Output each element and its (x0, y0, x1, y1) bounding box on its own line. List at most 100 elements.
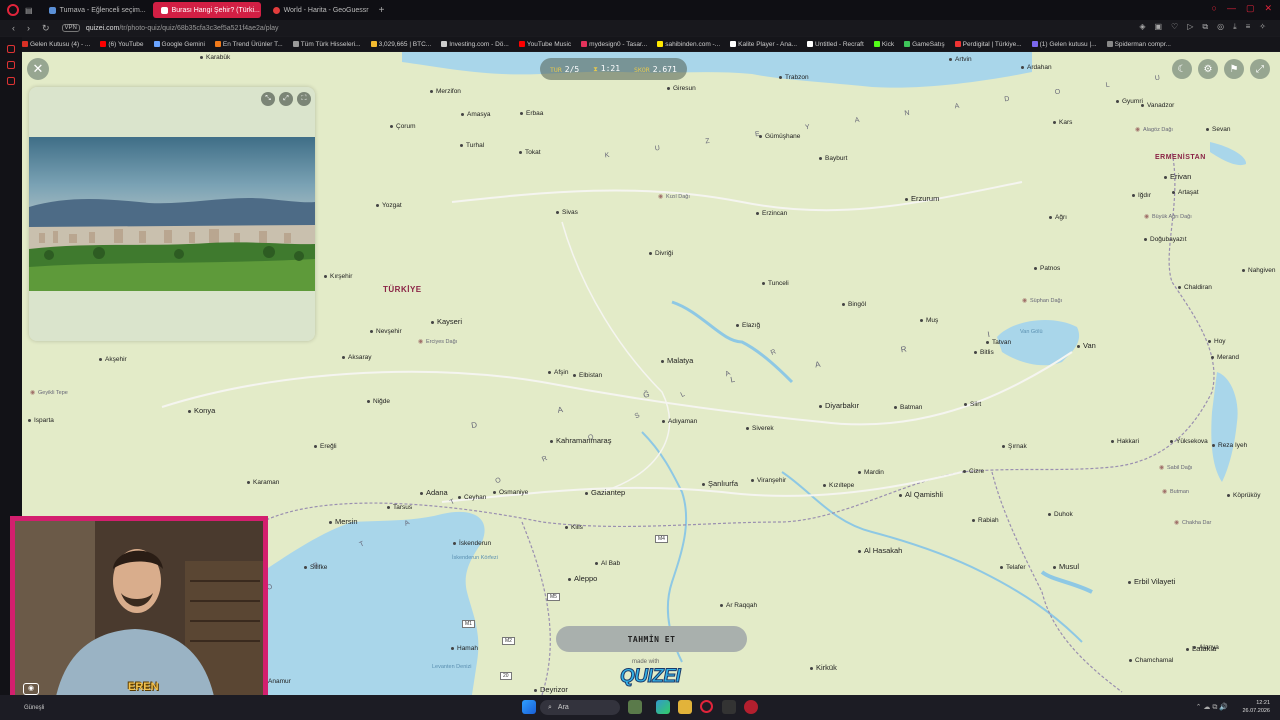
bookmark-item[interactable]: Kick (873, 40, 895, 48)
map-label-armenia: ERMENİSTAN (1155, 154, 1206, 161)
sidebar-item-home-icon[interactable] (7, 45, 15, 53)
search-tabs-icon[interactable]: ○ (1212, 3, 1217, 14)
map-city-label: Ardahan (1021, 64, 1052, 71)
enlarge-photo-button[interactable]: ⤢ (279, 92, 293, 106)
minimize-icon[interactable]: — (1227, 3, 1236, 14)
bookmark-item[interactable]: Gelen Kutusu (4) - ... (22, 41, 90, 48)
windows-start-icon[interactable] (522, 700, 536, 714)
forward-icon[interactable]: › (27, 23, 30, 33)
tab-quizei[interactable]: Burası Hangi Şehir? (Türki... (152, 2, 261, 18)
bookmark-label: Kick (881, 40, 895, 48)
shrink-photo-button[interactable]: ⤡ (261, 92, 275, 106)
quizei-logo[interactable]: QUIZEI (619, 666, 681, 688)
system-tray[interactable]: ⌃ ☁ ⧉ 🔊 (1196, 703, 1228, 712)
bookmark-item[interactable]: mydesign0 - Tasar... (581, 41, 647, 48)
photo-panel: ⤡ ⤢ ⛶ (29, 87, 315, 341)
obs-icon[interactable] (744, 700, 758, 714)
bookmark-item[interactable]: (6) YouTube (100, 40, 144, 48)
map-city-label: Kilis (565, 524, 583, 531)
taskbar-clock[interactable]: 12:21 26.07.2026 (1242, 699, 1270, 715)
tab-menu-icon[interactable]: ▤ (25, 6, 33, 15)
bookmark-favicon-icon (518, 40, 525, 47)
bookmark-item[interactable]: Tüm Türk Hisseleri... (292, 41, 361, 48)
extensions-icon[interactable]: ⧉ (1202, 22, 1208, 32)
moon-icon: ☾ (1177, 63, 1187, 75)
bookmark-item[interactable]: 3,029,665 | BTC... (370, 41, 431, 48)
bookmark-icon[interactable]: ♡ (1171, 22, 1178, 32)
messenger-icon[interactable]: ◎ (1217, 22, 1224, 32)
bookmark-item[interactable]: Kalite Player - Ana... (730, 41, 797, 48)
opera-logo-icon[interactable] (7, 4, 19, 16)
sidebar-item-player-icon[interactable] (7, 77, 15, 85)
map-city-label: Köprüköy (1227, 492, 1260, 499)
made-with-label: made with (632, 659, 660, 665)
tab-turnava[interactable]: Turnava - Eğlenceli seçim... (41, 2, 149, 18)
timer: ⧗ 1:21 (593, 64, 620, 74)
map-city-label: Gyumri (1116, 98, 1143, 105)
close-window-icon[interactable]: ✕ (1264, 3, 1272, 14)
camera-icon[interactable]: ◈ (1139, 22, 1145, 32)
quizei-favicon-icon (160, 6, 168, 14)
close-quiz-button[interactable]: ✕ (27, 58, 49, 80)
bookmark-item[interactable]: Untitled - Recraft (807, 41, 864, 48)
report-button[interactable]: ⚑ (1224, 59, 1244, 79)
player-icon[interactable]: ▷ (1187, 22, 1193, 32)
reload-icon[interactable]: ↻ (42, 23, 50, 34)
bookmark-item[interactable]: YouTube Music (518, 40, 571, 48)
round-value: 2/5 (564, 64, 580, 74)
sidebar-item-messenger-icon[interactable] (7, 61, 15, 69)
bookmark-item[interactable]: (1) Gelen kutusu |... (1031, 40, 1097, 48)
geoguessr-favicon-icon (272, 6, 280, 14)
map-label-turkiye: TÜRKİYE (383, 285, 422, 294)
landscape-icon[interactable] (628, 700, 642, 714)
clue-photo[interactable] (29, 137, 315, 291)
fullscreen-button[interactable]: ⤢ (1250, 59, 1270, 79)
edge-icon[interactable] (656, 700, 670, 714)
snapshot-icon[interactable]: ▣ (1154, 22, 1162, 32)
map-city-label: Doğubayazıt (1144, 236, 1187, 243)
map-city-label: Tunceli (762, 280, 789, 287)
webcam-overlay: EREN ◉ (10, 516, 268, 706)
vpn-badge[interactable]: VPN (61, 24, 80, 32)
bookmark-item[interactable]: Perdigital | Türkiye... (954, 41, 1022, 48)
map-city-label: Konya (188, 406, 215, 415)
app-icon[interactable] (722, 700, 736, 714)
map-mountain-label: Butman (1170, 489, 1189, 495)
maximize-icon[interactable]: ▢ (1246, 3, 1255, 14)
taskbar-search[interactable]: ⌕ Ara (540, 700, 620, 715)
tab-geoguessr[interactable]: World - Harita - GeoGuessr (265, 2, 373, 18)
tab-label: Turnava - Eğlenceli seçim... (59, 6, 146, 14)
bookmark-favicon-icon (1031, 40, 1038, 47)
bookmark-item[interactable]: Google Gemini (153, 41, 205, 48)
url-field[interactable]: quizei.com/tr/photo-quiz/quiz/68b35cfa3c… (86, 25, 279, 32)
guess-button[interactable]: TAHMİN ET (556, 626, 747, 652)
map-city-label: Gaziantep (585, 488, 625, 497)
settings-button[interactable]: ⚙ (1198, 59, 1218, 79)
map-city-label: Duhok (1048, 511, 1073, 518)
round-key: TUR (550, 65, 562, 74)
bookmark-label: sahibinden.com -... (665, 40, 721, 48)
map-city-label: Divriği (649, 250, 673, 257)
weather-widget[interactable]: Güneşli (24, 705, 44, 711)
aria-icon[interactable]: ✧ (1259, 22, 1266, 32)
map-city-label: Yüksekova (1170, 438, 1208, 445)
dark-mode-toggle[interactable]: ☾ (1172, 59, 1192, 79)
timer-value: 1:21 (600, 64, 621, 73)
new-tab-button[interactable]: + (379, 5, 385, 16)
easy-setup-icon[interactable]: ≡ (1246, 22, 1251, 32)
bookmark-item[interactable]: En Trend Ürünler T... (214, 40, 283, 48)
bookmark-item[interactable]: GameSatış (904, 41, 945, 48)
collapse-icon: ⤡ (265, 95, 271, 102)
map-city-label: Diyarbakır (819, 401, 859, 410)
file-explorer-icon[interactable] (678, 700, 692, 714)
bookmark-item[interactable]: Investing.com - Dö... (441, 41, 509, 48)
opera-taskbar-icon[interactable] (700, 700, 713, 713)
download-icon[interactable]: ⤓ (1233, 22, 1237, 32)
bookmark-item[interactable]: Spiderman compr... (1106, 41, 1171, 48)
bookmark-item[interactable]: sahibinden.com -... (657, 41, 720, 48)
back-icon[interactable]: ‹ (12, 23, 15, 33)
bookmark-favicon-icon (214, 40, 221, 47)
bookmark-label: (6) YouTube (108, 40, 144, 48)
map-city-label: Chamchamal (1129, 657, 1173, 664)
fullscreen-photo-button[interactable]: ⛶ (297, 92, 311, 106)
